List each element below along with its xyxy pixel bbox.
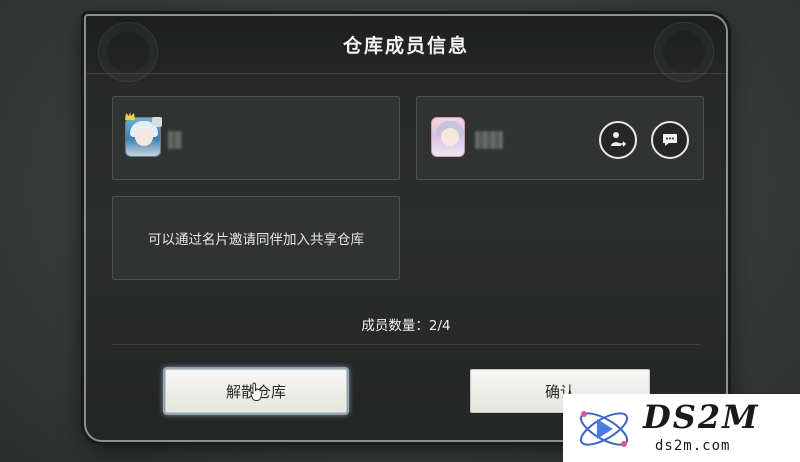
ornament-decoration bbox=[98, 22, 158, 82]
transfer-owner-button[interactable] bbox=[599, 121, 637, 159]
ornament-decoration bbox=[654, 22, 714, 82]
member-card-owner[interactable] bbox=[112, 96, 400, 180]
chat-button[interactable] bbox=[651, 121, 689, 159]
atom-logo-icon bbox=[579, 411, 629, 447]
hand-cursor-icon bbox=[250, 382, 263, 401]
member-name-redacted bbox=[168, 131, 182, 149]
transfer-icon bbox=[611, 132, 627, 147]
chat-icon bbox=[663, 134, 677, 146]
member-count: 成员数量：2/4 bbox=[361, 318, 451, 334]
character-avatar-icon[interactable] bbox=[431, 117, 465, 157]
level-badge-icon bbox=[152, 117, 162, 127]
dialog-title: 仓库成员信息 bbox=[342, 35, 469, 57]
divider bbox=[112, 344, 700, 345]
invite-slot[interactable]: 可以通过名片邀请同伴加入共享仓库 bbox=[112, 196, 400, 280]
site-watermark: DS2M ds2m.com bbox=[563, 394, 800, 462]
avatar-face bbox=[441, 128, 459, 146]
watermark-brand: DS2M bbox=[643, 398, 760, 436]
member-card[interactable] bbox=[416, 96, 704, 180]
warehouse-member-dialog: 仓库成员信息 可以通过名片邀请同伴加入共享仓库 成员数量：2/4 确认 bbox=[84, 14, 728, 442]
invite-hint-text: 可以通过名片邀请同伴加入共享仓库 bbox=[148, 232, 364, 248]
watermark-url: ds2m.com bbox=[655, 438, 731, 454]
dialog-header: 仓库成员信息 bbox=[86, 16, 726, 82]
member-name-redacted bbox=[475, 131, 503, 149]
crown-icon bbox=[124, 111, 135, 121]
avatar-face bbox=[135, 128, 153, 146]
